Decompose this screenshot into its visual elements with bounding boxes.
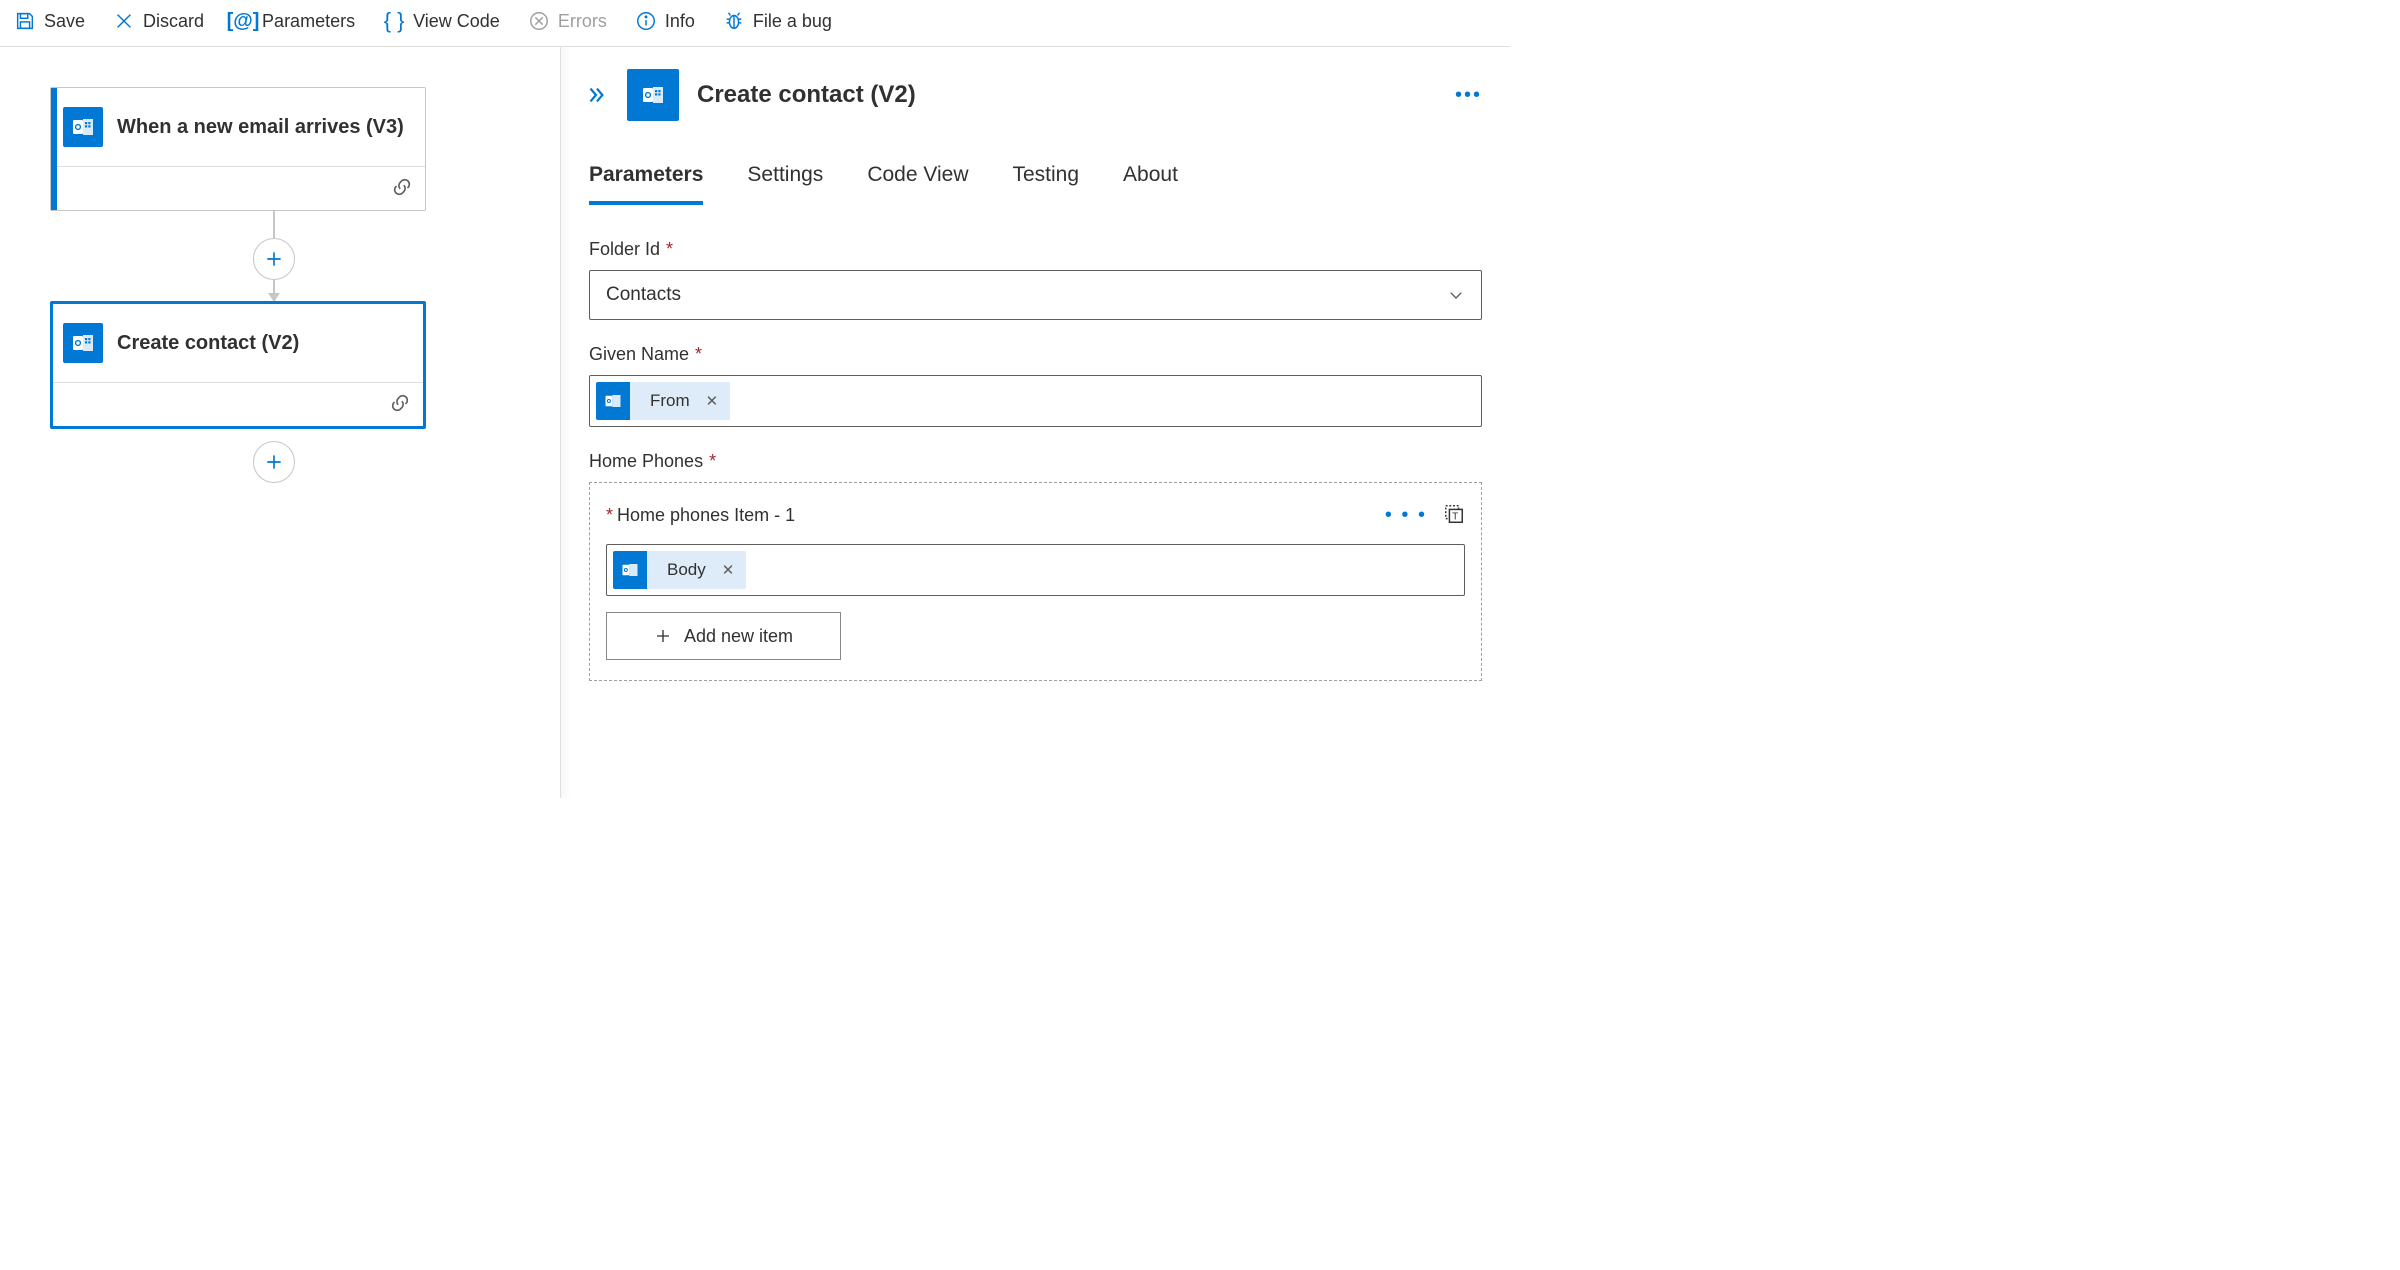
folder-id-select[interactable]: Contacts: [589, 270, 1482, 320]
add-step-button-2[interactable]: [253, 441, 295, 483]
given-name-input[interactable]: From ✕: [589, 375, 1482, 427]
panel-tabs: Parameters Settings Code View Testing Ab…: [583, 163, 1488, 205]
info-icon: [635, 10, 657, 32]
body-token-label: Body: [647, 560, 722, 580]
add-new-item-label: Add new item: [684, 626, 793, 647]
parameters-label: Parameters: [262, 11, 355, 32]
from-token-label: From: [630, 391, 706, 411]
trigger-card[interactable]: When a new email arrives (V3): [50, 87, 426, 211]
outlook-icon: [63, 323, 103, 363]
discard-button[interactable]: Discard: [113, 10, 204, 32]
outlook-icon: [627, 69, 679, 121]
action-title: Create contact (V2): [117, 330, 299, 356]
array-item-label: Home phones Item - 1: [617, 505, 795, 526]
error-icon: [528, 10, 550, 32]
folder-id-value: Contacts: [606, 284, 681, 306]
outlook-icon: [596, 382, 630, 420]
required-marker: *: [709, 451, 716, 471]
plus-icon: [654, 627, 672, 645]
bug-icon: [723, 10, 745, 32]
home-phones-label-text: Home Phones: [589, 451, 703, 471]
trigger-title: When a new email arrives (V3): [117, 114, 404, 140]
given-name-label: Given Name *: [589, 344, 1482, 365]
remove-token-button[interactable]: ✕: [706, 392, 731, 410]
connection-icon[interactable]: [391, 176, 413, 201]
array-item-header: * Home phones Item - 1 • • • T: [606, 503, 1465, 528]
filebug-button[interactable]: File a bug: [723, 10, 832, 32]
add-step-button-1[interactable]: [253, 238, 295, 280]
toolbar: Save Discard [@] Parameters { } View Cod…: [0, 0, 1510, 47]
designer-canvas[interactable]: When a new email arrives (V3) Create con…: [0, 47, 560, 798]
required-marker: *: [666, 239, 673, 259]
panel-title: Create contact (V2): [697, 81, 916, 109]
filebug-label: File a bug: [753, 11, 832, 32]
parameters-button[interactable]: [@] Parameters: [232, 10, 355, 32]
main: When a new email arrives (V3) Create con…: [0, 47, 1510, 798]
viewcode-label: View Code: [413, 11, 500, 32]
tab-about[interactable]: About: [1123, 163, 1178, 205]
info-button[interactable]: Info: [635, 10, 695, 32]
errors-button: Errors: [528, 10, 607, 32]
home-phones-item-input[interactable]: Body ✕: [606, 544, 1465, 596]
array-item-menu-button[interactable]: • • •: [1385, 504, 1427, 527]
from-token[interactable]: From ✕: [596, 382, 730, 420]
folder-id-label: Folder Id *: [589, 239, 1482, 260]
body-token[interactable]: Body ✕: [613, 551, 746, 589]
panel-header: Create contact (V2) •••: [583, 69, 1488, 121]
home-phones-array: * Home phones Item - 1 • • • T Body ✕: [589, 482, 1482, 681]
outlook-icon: [613, 551, 647, 589]
viewcode-button[interactable]: { } View Code: [383, 10, 500, 32]
info-label: Info: [665, 11, 695, 32]
save-icon: [14, 10, 36, 32]
tab-testing[interactable]: Testing: [1013, 163, 1080, 205]
given-name-label-text: Given Name: [589, 344, 689, 364]
parameters-icon: [@]: [232, 10, 254, 32]
home-phones-label: Home Phones *: [589, 451, 1482, 472]
errors-label: Errors: [558, 11, 607, 32]
connection-icon[interactable]: [389, 392, 411, 417]
discard-label: Discard: [143, 11, 204, 32]
close-icon: [113, 10, 135, 32]
switch-array-mode-button[interactable]: T: [1443, 503, 1465, 528]
chevron-down-icon: [1447, 286, 1465, 304]
save-label: Save: [44, 11, 85, 32]
parameters-form: Folder Id * Contacts Given Name * From ✕: [583, 239, 1488, 681]
add-new-item-button[interactable]: Add new item: [606, 612, 841, 660]
folder-id-label-text: Folder Id: [589, 239, 660, 259]
tab-parameters[interactable]: Parameters: [589, 163, 703, 205]
panel-menu-button[interactable]: •••: [1455, 84, 1488, 107]
collapse-panel-button[interactable]: [583, 84, 609, 106]
outlook-icon: [63, 107, 103, 147]
tab-codeview[interactable]: Code View: [867, 163, 968, 205]
details-panel: Create contact (V2) ••• Parameters Setti…: [560, 47, 1510, 798]
required-marker: *: [695, 344, 702, 364]
save-button[interactable]: Save: [14, 10, 85, 32]
required-marker: *: [606, 505, 613, 526]
svg-text:T: T: [1452, 512, 1458, 523]
braces-icon: { }: [383, 10, 405, 32]
tab-settings[interactable]: Settings: [747, 163, 823, 205]
card-accent: [51, 88, 57, 210]
action-card[interactable]: Create contact (V2): [50, 301, 426, 429]
remove-token-button[interactable]: ✕: [722, 561, 747, 579]
